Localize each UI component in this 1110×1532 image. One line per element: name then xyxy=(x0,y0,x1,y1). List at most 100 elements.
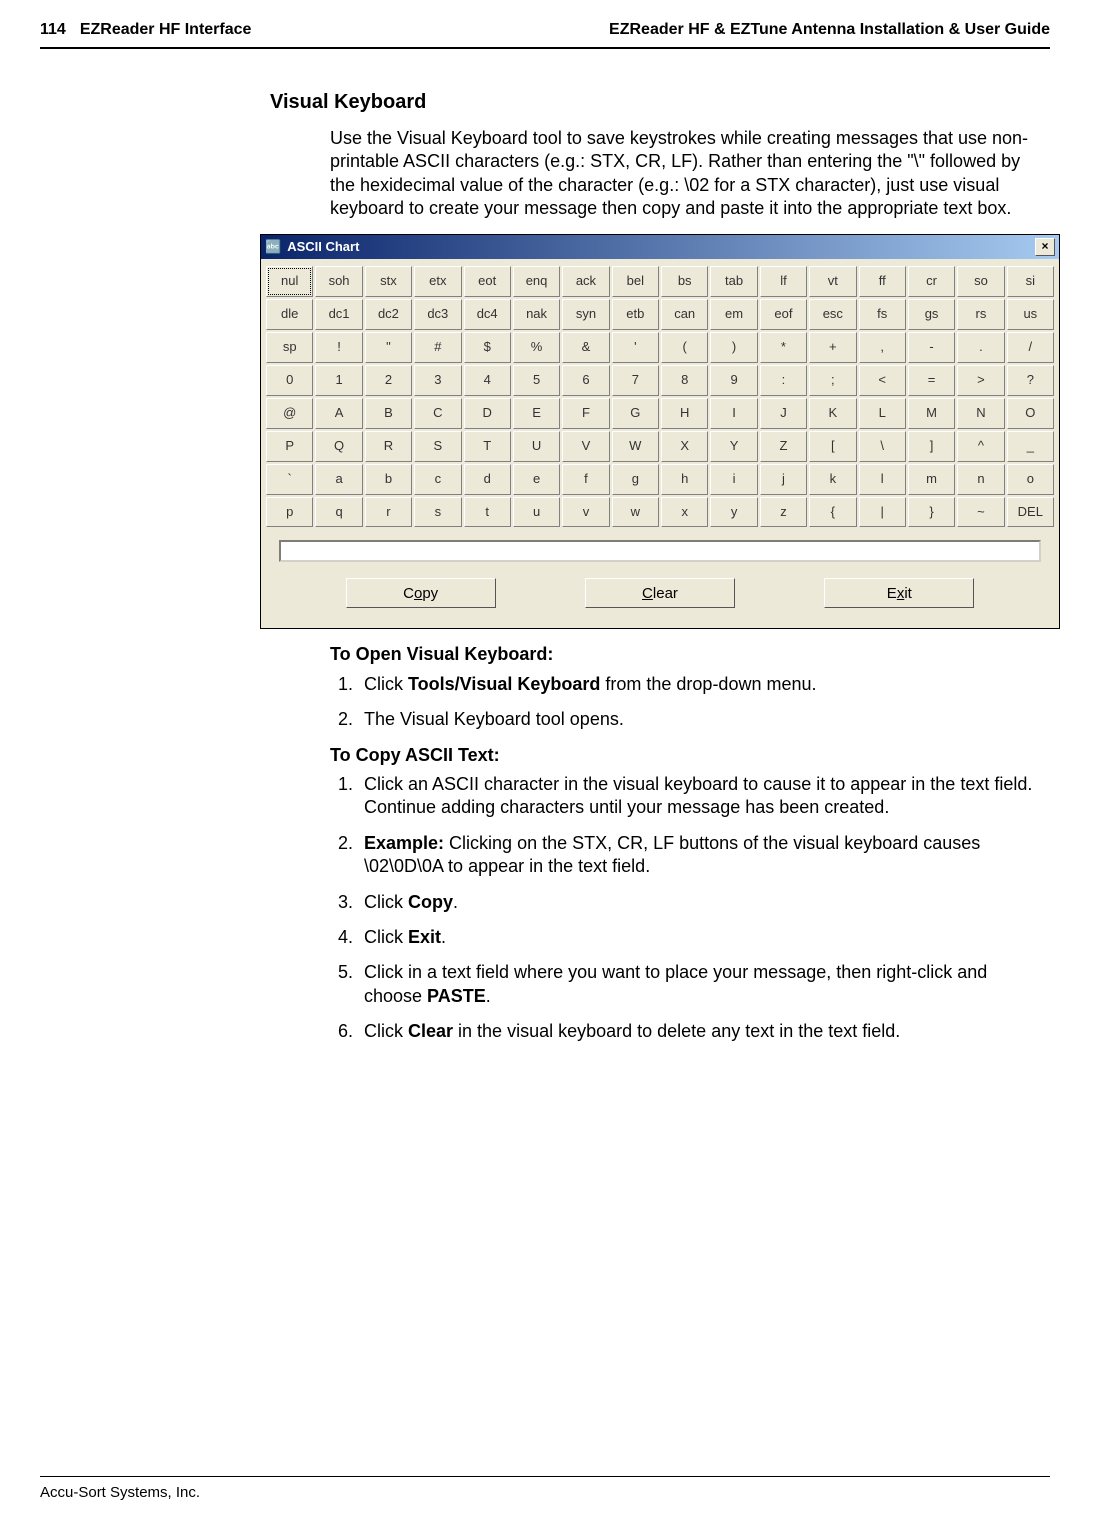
ascii-key[interactable]: 7 xyxy=(612,365,659,396)
ascii-key[interactable]: T xyxy=(464,431,511,462)
ascii-key[interactable]: _ xyxy=(1007,431,1054,462)
ascii-key[interactable]: E xyxy=(513,398,560,429)
ascii-key[interactable]: 0 xyxy=(266,365,313,396)
ascii-key[interactable]: 6 xyxy=(562,365,609,396)
ascii-key[interactable]: v xyxy=(562,497,609,528)
ascii-key[interactable]: Y xyxy=(710,431,757,462)
ascii-key[interactable]: > xyxy=(957,365,1004,396)
ascii-key[interactable]: k xyxy=(809,464,856,495)
ascii-key[interactable]: D xyxy=(464,398,511,429)
ascii-key[interactable]: ' xyxy=(612,332,659,363)
ascii-key[interactable]: tab xyxy=(710,266,757,297)
ascii-key[interactable]: ack xyxy=(562,266,609,297)
ascii-key[interactable]: r xyxy=(365,497,412,528)
close-icon[interactable]: × xyxy=(1035,238,1055,256)
ascii-key[interactable]: , xyxy=(859,332,906,363)
ascii-key[interactable]: - xyxy=(908,332,955,363)
copy-button[interactable]: Copy xyxy=(346,578,496,608)
ascii-key[interactable]: g xyxy=(612,464,659,495)
ascii-key[interactable]: A xyxy=(315,398,362,429)
ascii-key[interactable]: sp xyxy=(266,332,313,363)
ascii-key[interactable]: W xyxy=(612,431,659,462)
ascii-key[interactable]: 9 xyxy=(710,365,757,396)
ascii-key[interactable]: ; xyxy=(809,365,856,396)
ascii-key[interactable]: cr xyxy=(908,266,955,297)
ascii-key[interactable]: n xyxy=(957,464,1004,495)
ascii-key[interactable]: syn xyxy=(562,299,609,330)
ascii-key[interactable]: % xyxy=(513,332,560,363)
ascii-key[interactable]: b xyxy=(365,464,412,495)
ascii-key[interactable]: J xyxy=(760,398,807,429)
ascii-key[interactable]: enq xyxy=(513,266,560,297)
ascii-key[interactable]: w xyxy=(612,497,659,528)
ascii-key[interactable]: | xyxy=(859,497,906,528)
ascii-key[interactable]: + xyxy=(809,332,856,363)
ascii-key[interactable]: P xyxy=(266,431,313,462)
ascii-key[interactable]: i xyxy=(710,464,757,495)
ascii-key[interactable]: eot xyxy=(464,266,511,297)
ascii-key[interactable]: 3 xyxy=(414,365,461,396)
ascii-key[interactable]: c xyxy=(414,464,461,495)
clear-button[interactable]: Clear xyxy=(585,578,735,608)
ascii-key[interactable]: ( xyxy=(661,332,708,363)
ascii-key[interactable]: " xyxy=(365,332,412,363)
ascii-key[interactable]: ff xyxy=(859,266,906,297)
ascii-key[interactable]: * xyxy=(760,332,807,363)
ascii-key[interactable]: dle xyxy=(266,299,313,330)
ascii-key[interactable]: $ xyxy=(464,332,511,363)
ascii-key[interactable]: h xyxy=(661,464,708,495)
ascii-key[interactable]: stx xyxy=(365,266,412,297)
output-input[interactable] xyxy=(279,540,1041,562)
ascii-key[interactable]: f xyxy=(562,464,609,495)
ascii-key[interactable]: dc3 xyxy=(414,299,461,330)
ascii-key[interactable]: eof xyxy=(760,299,807,330)
ascii-key[interactable]: # xyxy=(414,332,461,363)
ascii-key[interactable]: z xyxy=(760,497,807,528)
ascii-key[interactable]: K xyxy=(809,398,856,429)
ascii-key[interactable]: s xyxy=(414,497,461,528)
ascii-key[interactable]: B xyxy=(365,398,412,429)
ascii-key[interactable]: us xyxy=(1007,299,1054,330)
ascii-key[interactable]: . xyxy=(957,332,1004,363)
ascii-key[interactable]: bel xyxy=(612,266,659,297)
ascii-key[interactable]: V xyxy=(562,431,609,462)
ascii-key[interactable]: j xyxy=(760,464,807,495)
ascii-key[interactable]: G xyxy=(612,398,659,429)
ascii-key[interactable]: rs xyxy=(957,299,1004,330)
ascii-key[interactable]: C xyxy=(414,398,461,429)
ascii-key[interactable]: etx xyxy=(414,266,461,297)
ascii-key[interactable]: 5 xyxy=(513,365,560,396)
ascii-key[interactable]: u xyxy=(513,497,560,528)
ascii-key[interactable]: x xyxy=(661,497,708,528)
ascii-key[interactable]: q xyxy=(315,497,362,528)
ascii-key[interactable]: Z xyxy=(760,431,807,462)
ascii-key[interactable]: 8 xyxy=(661,365,708,396)
ascii-key[interactable]: fs xyxy=(859,299,906,330)
ascii-key[interactable]: vt xyxy=(809,266,856,297)
ascii-key[interactable]: F xyxy=(562,398,609,429)
ascii-key[interactable]: p xyxy=(266,497,313,528)
ascii-key[interactable]: gs xyxy=(908,299,955,330)
ascii-key[interactable]: dc4 xyxy=(464,299,511,330)
ascii-key[interactable]: t xyxy=(464,497,511,528)
exit-button[interactable]: Exit xyxy=(824,578,974,608)
ascii-key[interactable]: R xyxy=(365,431,412,462)
ascii-key[interactable]: 1 xyxy=(315,365,362,396)
ascii-key[interactable]: so xyxy=(957,266,1004,297)
ascii-key[interactable]: ] xyxy=(908,431,955,462)
ascii-key[interactable]: L xyxy=(859,398,906,429)
ascii-key[interactable]: 2 xyxy=(365,365,412,396)
ascii-key[interactable]: H xyxy=(661,398,708,429)
ascii-key[interactable]: o xyxy=(1007,464,1054,495)
ascii-key[interactable]: X xyxy=(661,431,708,462)
ascii-key[interactable]: l xyxy=(859,464,906,495)
ascii-key[interactable]: lf xyxy=(760,266,807,297)
ascii-key[interactable]: O xyxy=(1007,398,1054,429)
ascii-key[interactable]: [ xyxy=(809,431,856,462)
ascii-key[interactable]: : xyxy=(760,365,807,396)
ascii-key[interactable]: I xyxy=(710,398,757,429)
ascii-key[interactable]: a xyxy=(315,464,362,495)
ascii-key[interactable]: dc2 xyxy=(365,299,412,330)
ascii-key[interactable]: esc xyxy=(809,299,856,330)
ascii-key[interactable]: em xyxy=(710,299,757,330)
